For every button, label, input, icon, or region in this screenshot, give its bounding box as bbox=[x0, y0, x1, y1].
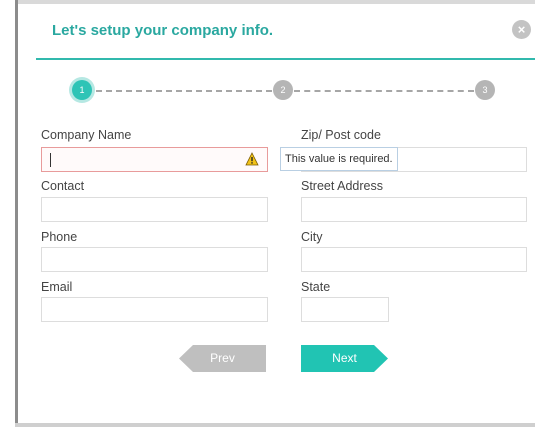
dialog-title: Let's setup your company info. bbox=[52, 22, 274, 39]
dialog-top-edge bbox=[15, 0, 535, 4]
city-input[interactable] bbox=[301, 247, 527, 272]
dialog-bottom-edge bbox=[15, 423, 535, 427]
text-caret bbox=[50, 153, 51, 167]
step-2-indicator[interactable]: 2 bbox=[273, 80, 293, 100]
city-label: City bbox=[301, 230, 323, 244]
close-icon[interactable]: × bbox=[512, 20, 531, 39]
email-input[interactable] bbox=[41, 297, 268, 322]
email-label: Email bbox=[41, 280, 73, 294]
prev-button[interactable]: Prev bbox=[179, 345, 266, 372]
phone-input[interactable] bbox=[41, 247, 268, 272]
street-address-input[interactable] bbox=[301, 197, 527, 222]
company-name-input[interactable] bbox=[41, 147, 268, 172]
contact-label: Contact bbox=[41, 179, 85, 193]
zip-postcode-label: Zip/ Post code bbox=[301, 128, 381, 142]
contact-input[interactable] bbox=[41, 197, 268, 222]
street-address-label: Street Address bbox=[301, 179, 383, 193]
title-divider bbox=[36, 58, 535, 60]
company-setup-dialog: Let's setup your company info. × 1 2 3 C… bbox=[0, 0, 535, 427]
step-connector-1-2 bbox=[96, 90, 272, 92]
state-input[interactable] bbox=[301, 297, 389, 322]
state-label: State bbox=[301, 280, 331, 294]
warning-icon bbox=[245, 152, 259, 166]
step-3-indicator[interactable]: 3 bbox=[475, 80, 495, 100]
phone-label: Phone bbox=[41, 230, 78, 244]
company-name-label: Company Name bbox=[41, 128, 132, 142]
step-1-indicator[interactable]: 1 bbox=[72, 80, 92, 100]
step-connector-2-3 bbox=[294, 90, 474, 92]
validation-tooltip: This value is required. bbox=[280, 147, 398, 171]
dialog-left-edge bbox=[15, 0, 18, 427]
next-button[interactable]: Next bbox=[301, 345, 388, 372]
